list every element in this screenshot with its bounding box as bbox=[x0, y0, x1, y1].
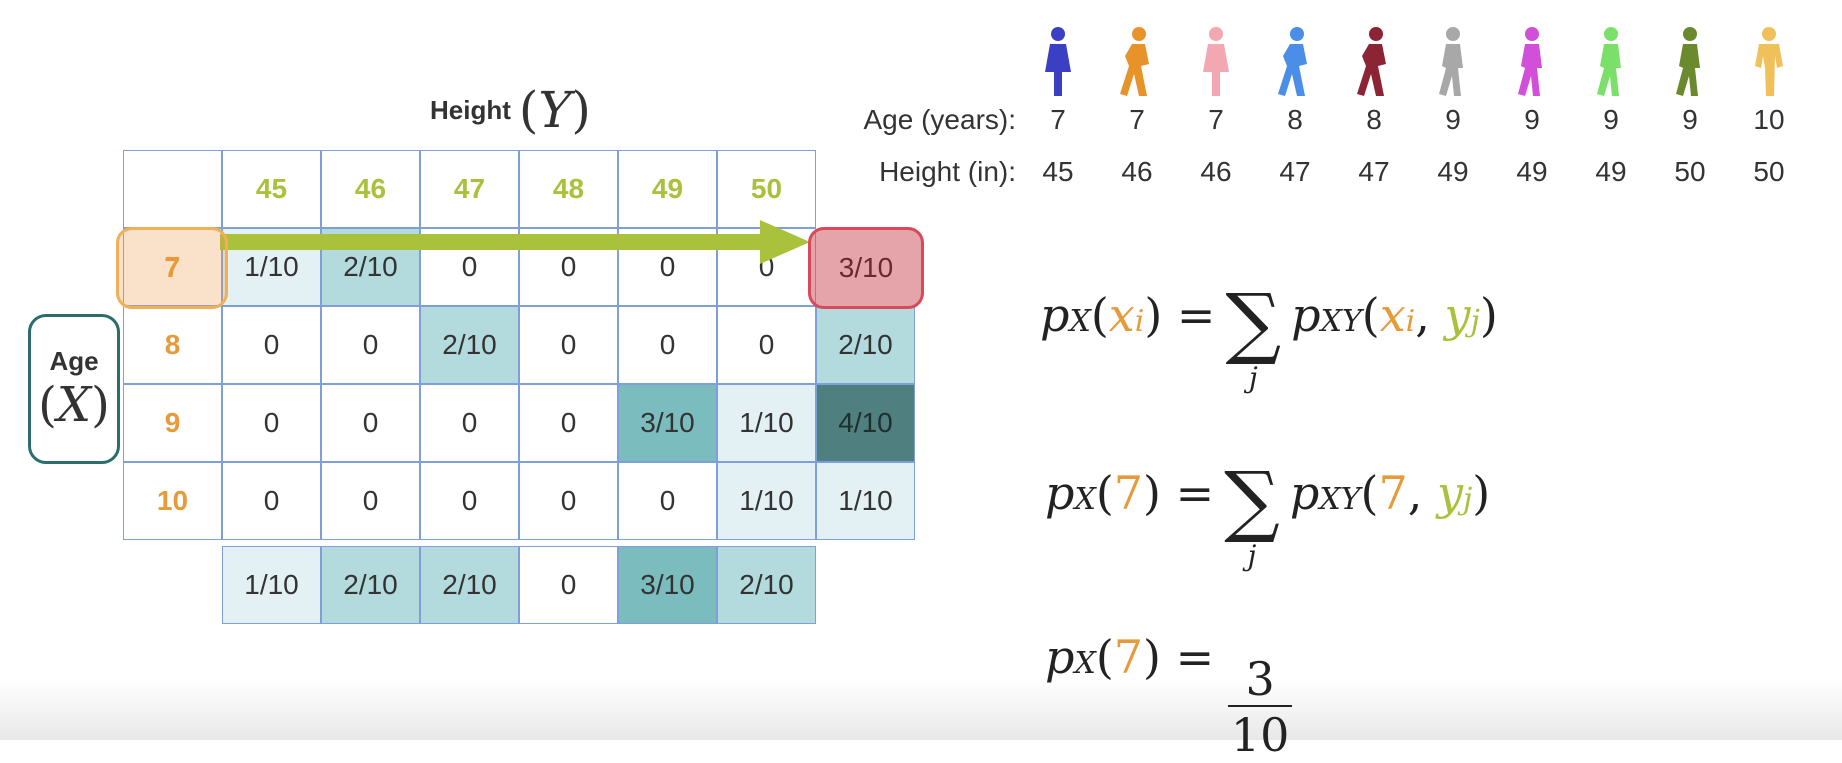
table-cell: 0 bbox=[321, 306, 420, 384]
person-icon bbox=[1676, 27, 1700, 96]
age-value: 7 bbox=[1129, 104, 1145, 135]
highlight-row-7: 7 bbox=[116, 227, 228, 309]
height-value: 46 bbox=[1121, 156, 1153, 187]
row-marginal-9: 4/10 bbox=[816, 384, 915, 462]
height-value: 47 bbox=[1358, 156, 1390, 187]
height-value: 50 bbox=[1753, 156, 1785, 187]
row-header-8: 8 bbox=[123, 306, 222, 384]
age-value: 9 bbox=[1682, 104, 1698, 135]
row-header-10: 10 bbox=[123, 462, 222, 540]
age-value: 7 bbox=[1208, 104, 1224, 135]
person-icon bbox=[1439, 27, 1463, 96]
table-cell: 0 bbox=[519, 306, 618, 384]
height-value: 49 bbox=[1516, 156, 1548, 187]
height-value: 50 bbox=[1674, 156, 1706, 187]
row-marginal-8: 2/10 bbox=[816, 306, 915, 384]
table-cell: 1/10 bbox=[717, 462, 816, 540]
person-icon bbox=[1203, 27, 1229, 96]
person-icon bbox=[1278, 27, 1307, 96]
height-axis-title: Height (Y) bbox=[430, 80, 591, 140]
table-cell: 3/10 bbox=[618, 384, 717, 462]
table-cell: 0 bbox=[321, 384, 420, 462]
person-icon bbox=[1755, 27, 1783, 96]
table-cell: 0 bbox=[321, 462, 420, 540]
age-years-label: Age (years): bbox=[863, 104, 1017, 135]
person-icon bbox=[1357, 27, 1386, 96]
corner-cell bbox=[123, 150, 222, 228]
row-marginal-10: 1/10 bbox=[816, 462, 915, 540]
col-marginal-48: 0 bbox=[519, 546, 618, 624]
person-icon bbox=[1518, 27, 1542, 96]
marginal-result-age-7: p X(7) = 3 10 bbox=[1045, 630, 1293, 762]
person-icon bbox=[1597, 27, 1621, 96]
table-cell: 0 bbox=[222, 384, 321, 462]
person-icon bbox=[1045, 27, 1071, 96]
age-title-word: Age bbox=[49, 345, 99, 376]
col-marginal-45: 1/10 bbox=[222, 546, 321, 624]
col-marginal-49: 3/10 bbox=[618, 546, 717, 624]
height-value: 46 bbox=[1200, 156, 1232, 187]
row-header-9: 9 bbox=[123, 384, 222, 462]
age-value: 9 bbox=[1445, 104, 1461, 135]
table-cell: 0 bbox=[222, 306, 321, 384]
table-cell: 0 bbox=[717, 306, 816, 384]
table-cell: 0 bbox=[618, 306, 717, 384]
col-header-49: 49 bbox=[618, 150, 717, 228]
height-value: 45 bbox=[1042, 156, 1074, 187]
col-marginal-47: 2/10 bbox=[420, 546, 519, 624]
height-title-word: Height bbox=[430, 94, 511, 125]
age-title-var: (X) bbox=[38, 376, 110, 433]
table-cell: 0 bbox=[519, 462, 618, 540]
row-sum-arrow bbox=[220, 220, 810, 264]
table-cell: 0 bbox=[420, 384, 519, 462]
table-cell: 0 bbox=[519, 384, 618, 462]
height-value: 47 bbox=[1279, 156, 1311, 187]
height-title-var: (Y) bbox=[518, 81, 591, 139]
marginal-formula-general: p X(x i) = ∑ j p XY(x i, y j) bbox=[1040, 278, 1498, 394]
age-value: 9 bbox=[1524, 104, 1540, 135]
age-value: 7 bbox=[1050, 104, 1066, 135]
height-in-label: Height (in): bbox=[879, 156, 1016, 187]
table-cell: 0 bbox=[618, 462, 717, 540]
col-header-47: 47 bbox=[420, 150, 519, 228]
col-header-46: 46 bbox=[321, 150, 420, 228]
age-value: 10 bbox=[1753, 104, 1785, 135]
table-cell: 2/10 bbox=[420, 306, 519, 384]
marginal-formula-age-7: p X(7) = ∑ j p XY(7, y j) bbox=[1045, 456, 1491, 572]
table-cell: 0 bbox=[222, 462, 321, 540]
height-value: 49 bbox=[1437, 156, 1469, 187]
person-icon bbox=[1120, 27, 1149, 96]
highlight-marginal-7: 3/10 bbox=[808, 227, 924, 309]
col-header-48: 48 bbox=[519, 150, 618, 228]
height-value: 49 bbox=[1595, 156, 1627, 187]
bottom-shade bbox=[0, 680, 1842, 740]
col-marginal-50: 2/10 bbox=[717, 546, 816, 624]
table-cell: 1/10 bbox=[717, 384, 816, 462]
age-value: 8 bbox=[1366, 104, 1382, 135]
col-header-45: 45 bbox=[222, 150, 321, 228]
age-axis-box: Age (X) bbox=[28, 314, 120, 464]
age-value: 9 bbox=[1603, 104, 1619, 135]
table-cell: 0 bbox=[420, 462, 519, 540]
age-value: 8 bbox=[1287, 104, 1303, 135]
col-marginal-46: 2/10 bbox=[321, 546, 420, 624]
